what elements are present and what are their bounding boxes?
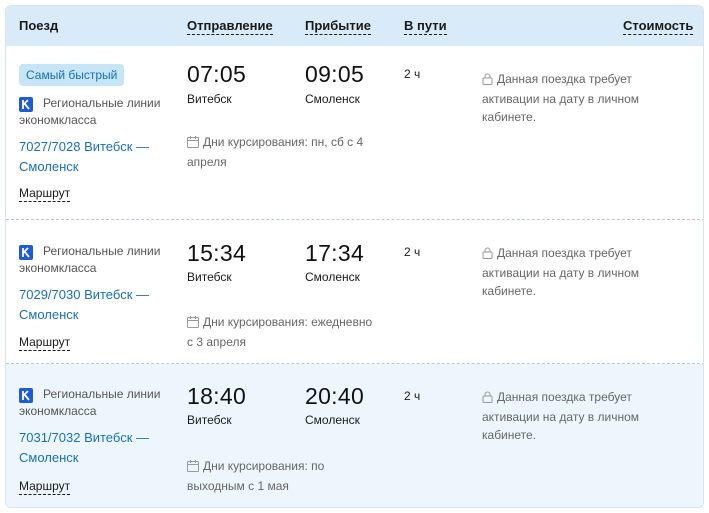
operator-logo-icon: [19, 388, 33, 403]
operator-logo-icon: [19, 97, 33, 112]
calendar-icon: [187, 459, 199, 477]
activation-note: Данная поездка требует активации на дату…: [482, 246, 640, 298]
route-link[interactable]: Маршрут: [19, 479, 71, 495]
lock-icon: [482, 72, 493, 90]
table-row: Региональные линии экономкласса 7031/703…: [6, 364, 703, 507]
sort-arrival[interactable]: Прибытие: [305, 18, 371, 35]
calendar-icon: [187, 315, 199, 333]
train-number-link[interactable]: 7031/7032 Витебск — Смоленск: [19, 428, 169, 468]
operator-name: Региональные линии экономкласса: [19, 244, 161, 275]
activation-note: Данная поездка требует активации на дату…: [482, 72, 640, 124]
sort-departure[interactable]: Отправление: [187, 18, 273, 35]
arrival-city: Смоленск: [305, 270, 360, 284]
travel-duration: 2 ч: [404, 245, 421, 259]
calendar-icon: [187, 135, 199, 153]
table-row: Региональные линии экономкласса 7029/703…: [6, 220, 703, 363]
arrival-city: Смоленск: [305, 413, 360, 427]
lock-icon: [482, 246, 493, 264]
train-number-link[interactable]: 7029/7030 Витебск — Смоленск: [19, 285, 169, 325]
arrival-time: 20:40: [305, 383, 365, 409]
route-link[interactable]: Маршрут: [19, 335, 71, 351]
departure-time: 07:05: [187, 61, 247, 87]
travel-duration: 2 ч: [404, 389, 421, 403]
departure-city: Витебск: [187, 92, 232, 106]
operator-logo-icon: [19, 245, 33, 260]
table-row: Самый быстрый Региональные линии экономк…: [6, 46, 703, 219]
train-number-link[interactable]: 7027/7028 Витебск — Смоленск: [19, 137, 169, 177]
arrival-time: 09:05: [305, 61, 365, 87]
departure-time: 18:40: [187, 383, 247, 409]
arrival-time: 17:34: [305, 240, 365, 266]
running-days: Дни курсирования: пн, сб с 4 апреля: [187, 135, 364, 169]
sort-duration[interactable]: В пути: [404, 18, 447, 35]
departure-city: Витебск: [187, 270, 232, 284]
departure-city: Витебск: [187, 413, 232, 427]
running-days: Дни курсирования: ежедневно с 3 апреля: [187, 315, 373, 349]
operator-name: Региональные линии экономкласса: [19, 387, 161, 418]
table-header: Поезд Отправление Прибытие В пути Стоимо…: [6, 6, 703, 46]
header-train: Поезд: [19, 18, 59, 33]
arrival-city: Смоленск: [305, 92, 360, 106]
departure-time: 15:34: [187, 240, 247, 266]
sort-price[interactable]: Стоимость: [623, 18, 694, 35]
fastest-badge: Самый быстрый: [19, 64, 125, 86]
running-days: Дни курсирования: по выходным с 1 мая: [187, 459, 325, 493]
route-link[interactable]: Маршрут: [19, 186, 71, 202]
trains-table: Поезд Отправление Прибытие В пути Стоимо…: [5, 5, 704, 508]
activation-note: Данная поездка требует активации на дату…: [482, 390, 640, 442]
lock-icon: [482, 390, 493, 408]
travel-duration: 2 ч: [404, 67, 421, 81]
operator-name: Региональные линии экономкласса: [19, 96, 161, 127]
